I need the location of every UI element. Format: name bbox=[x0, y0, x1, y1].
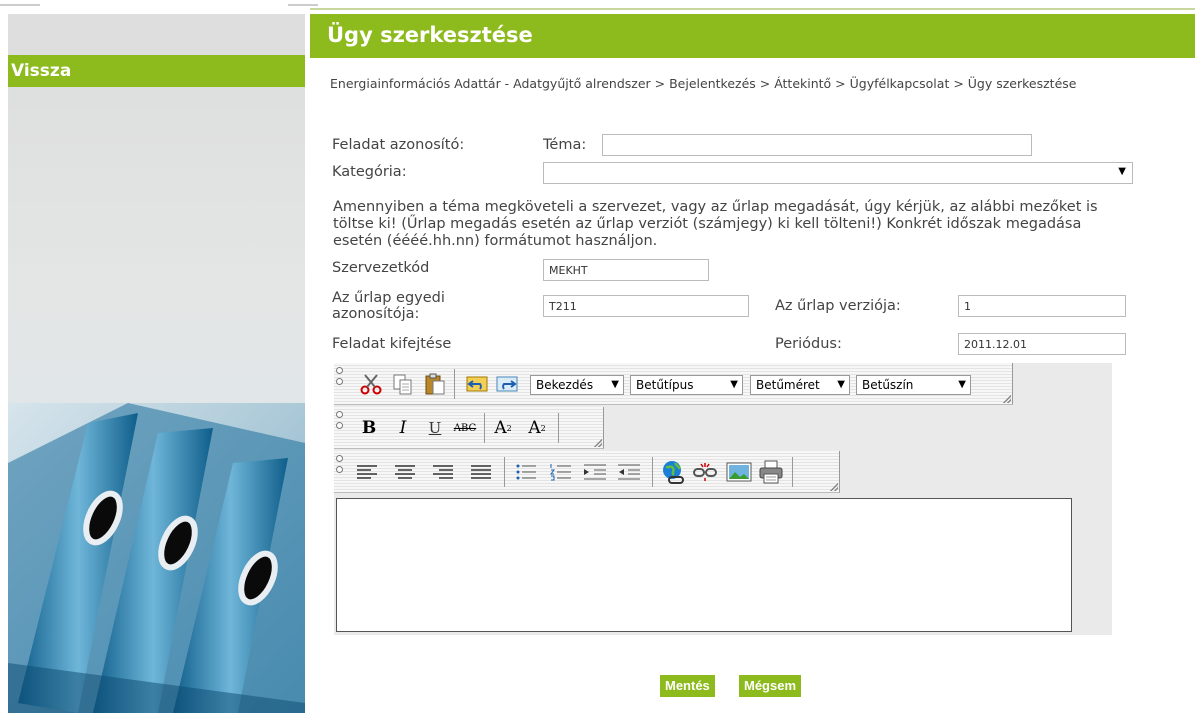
binders-illustration bbox=[8, 403, 305, 713]
toolbar-separator bbox=[652, 457, 653, 487]
chevron-down-icon: ▼ bbox=[958, 379, 966, 390]
save-button[interactable]: Mentés bbox=[660, 675, 715, 697]
instructions-text: Amennyiben a téma megköveteli a szerveze… bbox=[333, 199, 1098, 249]
paragraph-format-select[interactable]: Bekezdés ▼ bbox=[530, 375, 624, 395]
insert-link-icon[interactable] bbox=[660, 459, 686, 485]
category-label: Kategória: bbox=[332, 164, 407, 180]
align-right-icon[interactable] bbox=[430, 459, 456, 485]
main-content: Energiainformációs Adattár - Adatgyűjtő … bbox=[310, 58, 1195, 713]
font-family-value: Betűtípus bbox=[636, 378, 694, 392]
topic-input[interactable] bbox=[602, 134, 1032, 156]
breadcrumb: Energiainformációs Adattár - Adatgyűjtő … bbox=[330, 76, 1077, 91]
back-button[interactable]: Vissza bbox=[8, 55, 305, 87]
indent-icon[interactable] bbox=[582, 459, 608, 485]
top-rule bbox=[0, 0, 1195, 10]
toolbar-separator bbox=[454, 369, 455, 399]
period-label: Periódus: bbox=[775, 336, 842, 352]
bold-button[interactable]: B bbox=[356, 415, 382, 441]
editor-content-area[interactable] bbox=[336, 498, 1072, 632]
strikethrough-button[interactable]: ABC bbox=[452, 415, 478, 441]
editor-toolbar-format: B I U ABC A2 A2 bbox=[334, 407, 604, 449]
org-code-input[interactable] bbox=[543, 259, 709, 281]
form-version-label: Az űrlap verziója: bbox=[775, 298, 901, 314]
toolbar-resize-handle[interactable] bbox=[594, 439, 602, 447]
toolbar-separator bbox=[792, 457, 793, 487]
top-rule-segment bbox=[288, 4, 318, 6]
top-rule-segment bbox=[0, 4, 40, 6]
sidebar: Vissza bbox=[8, 14, 305, 713]
chevron-down-icon: ▼ bbox=[837, 379, 845, 390]
period-input[interactable] bbox=[958, 333, 1126, 355]
superscript-letter: A bbox=[494, 418, 507, 438]
toolbar-grip[interactable] bbox=[336, 411, 344, 441]
bullet-list-icon[interactable] bbox=[514, 459, 540, 485]
paste-icon[interactable] bbox=[422, 371, 448, 397]
align-justify-icon[interactable] bbox=[468, 459, 494, 485]
toolbar-grip[interactable] bbox=[336, 367, 344, 397]
cut-icon[interactable] bbox=[358, 371, 384, 397]
superscript-button[interactable]: A2 bbox=[490, 415, 516, 441]
insert-image-icon[interactable] bbox=[726, 459, 752, 485]
description-label: Feladat kifejtése bbox=[332, 336, 452, 352]
top-rule-segment bbox=[310, 8, 1195, 10]
undo-icon[interactable] bbox=[464, 371, 490, 397]
toolbar-separator bbox=[484, 413, 485, 443]
editor-toolbar-edit: Bekezdés ▼ Betűtípus ▼ Betűméret ▼ Betűszín… bbox=[334, 363, 1013, 405]
copy-icon[interactable] bbox=[390, 371, 416, 397]
toolbar-separator bbox=[558, 413, 559, 443]
paragraph-format-value: Bekezdés bbox=[536, 378, 594, 392]
form-version-input[interactable] bbox=[958, 295, 1126, 317]
chevron-down-icon: ▼ bbox=[730, 379, 738, 390]
font-size-select[interactable]: Betűméret ▼ bbox=[750, 375, 850, 395]
editor-toolbar-layout bbox=[334, 451, 840, 493]
font-size-value: Betűméret bbox=[756, 378, 820, 392]
rich-text-editor: Bekezdés ▼ Betűtípus ▼ Betűméret ▼ Betűszín… bbox=[334, 363, 1112, 635]
outdent-icon[interactable] bbox=[616, 459, 642, 485]
form-id-label: Az űrlap egyedi azonosítója: bbox=[332, 290, 445, 322]
task-id-label: Feladat azonosító: bbox=[332, 137, 465, 153]
org-code-label: Szervezetkód bbox=[332, 260, 430, 276]
topic-label: Téma: bbox=[543, 137, 587, 153]
chevron-down-icon: ▼ bbox=[1118, 166, 1126, 177]
toolbar-resize-handle[interactable] bbox=[830, 483, 838, 491]
category-select[interactable]: ▼ bbox=[543, 162, 1133, 184]
toolbar-grip[interactable] bbox=[336, 455, 344, 485]
chevron-down-icon: ▼ bbox=[611, 379, 619, 390]
form-id-input[interactable] bbox=[543, 295, 749, 317]
redo-icon[interactable] bbox=[494, 371, 520, 397]
subscript-button[interactable]: A2 bbox=[524, 415, 550, 441]
font-color-value: Betűszín bbox=[862, 378, 914, 392]
align-center-icon[interactable] bbox=[392, 459, 418, 485]
page-title: Ügy szerkesztése bbox=[310, 14, 1195, 58]
toolbar-resize-handle[interactable] bbox=[1003, 395, 1011, 403]
italic-button[interactable]: I bbox=[390, 415, 416, 441]
font-family-select[interactable]: Betűtípus ▼ bbox=[630, 375, 743, 395]
cancel-button[interactable]: Mégsem bbox=[739, 675, 802, 697]
underline-button[interactable]: U bbox=[422, 415, 448, 441]
font-color-select[interactable]: Betűszín ▼ bbox=[856, 375, 971, 395]
sidebar-header bbox=[8, 14, 305, 55]
subscript-letter: A bbox=[528, 418, 541, 438]
numbered-list-icon[interactable] bbox=[548, 459, 574, 485]
toolbar-separator bbox=[504, 457, 505, 487]
align-left-icon[interactable] bbox=[354, 459, 380, 485]
unlink-icon[interactable] bbox=[692, 459, 718, 485]
print-icon[interactable] bbox=[758, 459, 784, 485]
